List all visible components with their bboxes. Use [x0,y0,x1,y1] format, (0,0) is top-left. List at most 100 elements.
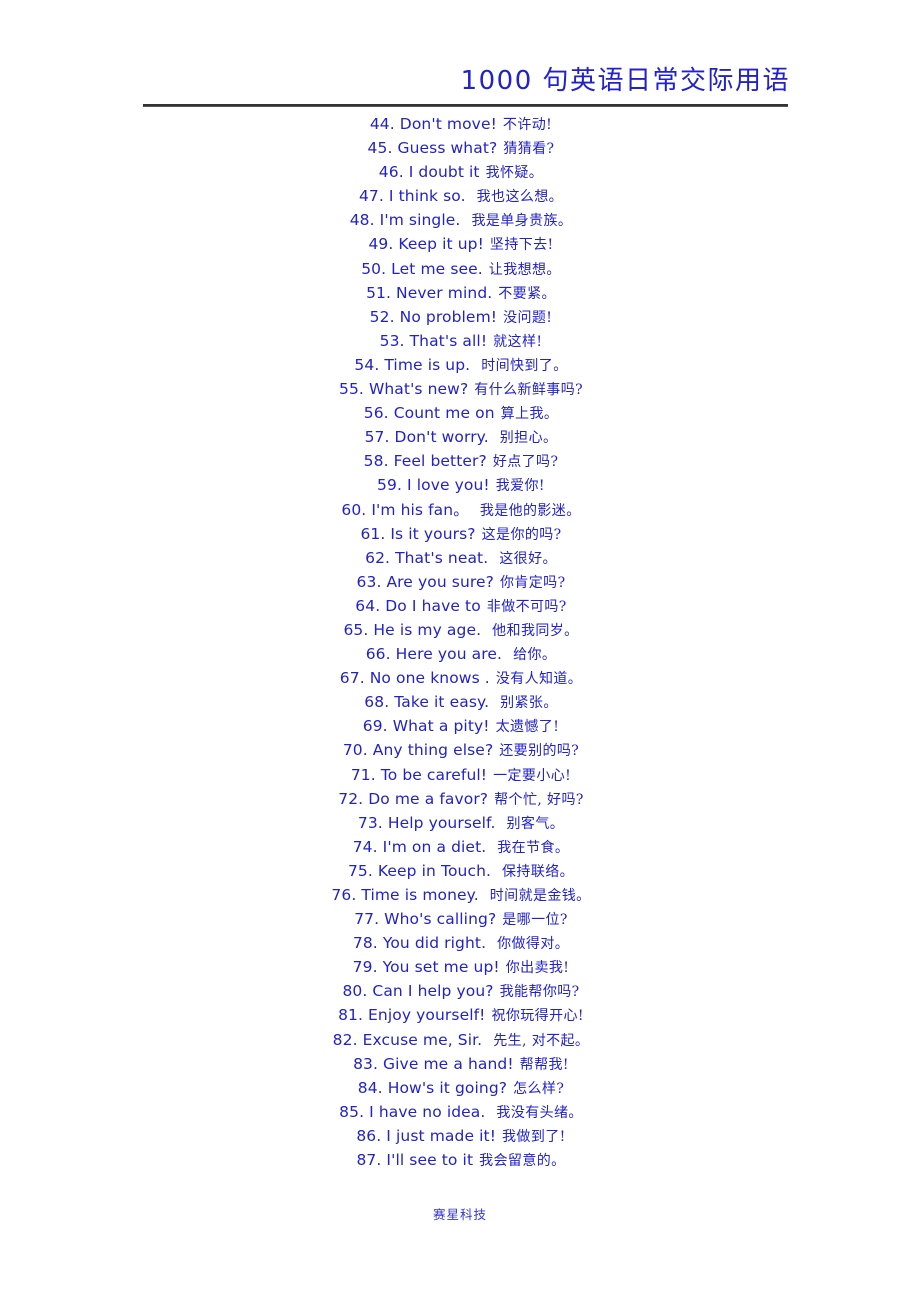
phrase-line: 87. I'll see to it 我会留意的。 [1,1148,920,1172]
phrase-english: Do I have to [385,596,481,615]
phrase-number: 52. [369,307,395,326]
phrase-line: 56. Count me on 算上我。 [1,401,920,425]
phrase-number: 48. [349,211,375,230]
phrase-chinese: 太遗憾了! [495,719,560,736]
phrase-chinese: 好点了吗? [492,454,559,471]
footer-watermark: 赛星科技 [432,1207,487,1222]
phrase-line: 76. Time is money. 时间就是金钱。 [1,883,920,907]
phrase-line: 58. Feel better? 好点了吗? [1,449,920,473]
phrase-english: What a pity! [392,717,490,736]
phrase-line: 49. Keep it up! 坚持下去! [1,232,920,256]
phrase-chinese: 没问题! [503,309,553,326]
phrase-line: 77. Who's calling? 是哪一位? [1,907,920,931]
phrase-number: 87. [356,1151,382,1170]
phrase-chinese: 这很好。 [499,550,557,567]
phrase-line: 68. Take it easy. 别紧张。 [1,690,920,714]
phrase-chinese: 我是他的影迷。 [479,502,581,519]
phrase-chinese: 帮帮我! [519,1056,569,1073]
phrase-chinese: 不许动! [502,117,553,133]
phrase-english: Can I help you? [372,982,494,1001]
phrase-number: 60. [341,500,367,519]
phrase-english: Don't worry. [394,428,489,447]
phrase-english: I'll see to it [386,1151,474,1170]
phrase-english: I'm single. [379,211,461,230]
phrase-number: 74. [352,837,378,856]
phrase-line: 71. To be careful! 一定要小心! [1,763,920,787]
phrase-number: 78. [352,934,378,953]
phrase-number: 68. [364,693,390,712]
phrase-english: Do me a favor? [368,789,489,808]
phrase-chinese: 不要紧。 [498,285,556,302]
phrase-number: 72. [338,789,364,808]
phrase-chinese: 怎么样? [513,1080,565,1097]
phrase-chinese: 你做得对。 [497,936,570,953]
phrase-english: To be careful! [380,765,488,784]
phrase-english: Guess what? [397,139,498,158]
phrase-number: 79. [352,958,378,977]
phrase-number: 71. [350,765,376,784]
phrase-number: 73. [357,813,383,832]
phrase-chinese: 我做到了! [502,1128,566,1145]
phrase-chinese: 非做不可吗? [486,598,567,615]
phrase-number: 77. [354,910,380,929]
phrase-chinese: 算上我。 [500,406,559,423]
phrase-line: 75. Keep in Touch. 保持联络。 [1,859,920,883]
phrase-line: 44. Don't move! 不许动! [1,112,920,136]
phrase-english: Excuse me, Sir. [362,1030,483,1049]
phrase-number: 56. [363,404,389,423]
phrase-line: 69. What a pity! 太遗憾了! [1,714,920,738]
phrase-english: Count me on [393,404,495,423]
phrase-chinese: 你肯定吗? [499,574,566,591]
phrase-number: 44. [369,115,395,133]
phrase-english: Feel better? [393,452,487,471]
phrase-number: 53. [379,331,405,350]
phrase-line: 52. No problem! 没问题! [1,305,920,329]
page-header: 1000 句英语日常交际用语 [0,0,920,108]
phrase-english: What's new? [368,380,469,399]
phrase-number: 50. [361,259,387,278]
phrase-chinese: 我爱你! [495,478,545,495]
phrase-number: 85. [339,1102,365,1121]
phrase-chinese: 我能帮你吗? [499,984,580,1001]
phrase-chinese: 就这样! [493,333,543,350]
phrase-number: 55. [338,380,364,399]
phrase-chinese: 让我想想。 [488,261,561,278]
phrase-chinese: 帮个忙, 好吗? [494,791,584,808]
phrase-english: He is my age. [373,620,482,639]
phrase-line: 62. That's neat. 这很好。 [1,546,920,570]
phrase-line: 63. Are you sure? 你肯定吗? [1,570,920,594]
phrase-chinese: 我没有头绪。 [496,1104,583,1121]
phrase-english: Never mind. [396,283,493,302]
phrase-chinese: 我也这么想。 [476,189,564,206]
phrase-chinese: 没有人知道。 [495,671,583,688]
phrase-line: 45. Guess what? 猜猜看? [1,136,920,160]
phrase-chinese: 我是单身贵族。 [471,213,573,230]
phrase-number: 64. [355,596,381,615]
phrase-chinese: 时间快到了。 [481,357,568,374]
phrase-number: 62. [365,548,391,567]
phrase-line: 72. Do me a favor? 帮个忙, 好吗? [1,787,920,811]
phrase-number: 76. [331,886,357,904]
phrase-line: 50. Let me see. 让我想想。 [1,257,920,281]
phrase-number: 63. [356,572,382,591]
phrase-line: 48. I'm single. 我是单身贵族。 [1,208,920,232]
phrase-number: 54. [354,355,380,374]
phrase-line: 80. Can I help you? 我能帮你吗? [1,979,920,1003]
phrase-english: I doubt it [408,163,480,182]
phrase-chinese: 还要别的吗? [499,743,580,760]
phrase-english: Help yourself. [387,813,496,832]
phrase-line: 60. I'm his fan。 我是他的影迷。 [1,498,920,522]
phrase-line: 81. Enjoy yourself! 祝你玩得开心! [1,1003,920,1027]
phrase-line: 65. He is my age. 他和我同岁。 [1,618,920,642]
phrase-english: You set me up! [382,958,500,977]
phrase-number: 65. [343,620,369,639]
phrase-line: 59. I love you! 我爱你! [1,473,920,497]
phrase-chinese: 保持联络。 [502,863,575,880]
phrase-line: 66. Here you are. 给你。 [1,642,920,666]
phrase-number: 80. [342,982,368,1001]
phrase-chinese: 别担心。 [499,430,558,447]
phrase-number: 66. [365,645,391,664]
phrase-chinese: 先生, 对不起。 [493,1032,590,1049]
phrase-number: 47. [358,187,384,206]
phrase-line: 51. Never mind. 不要紧。 [1,281,920,305]
